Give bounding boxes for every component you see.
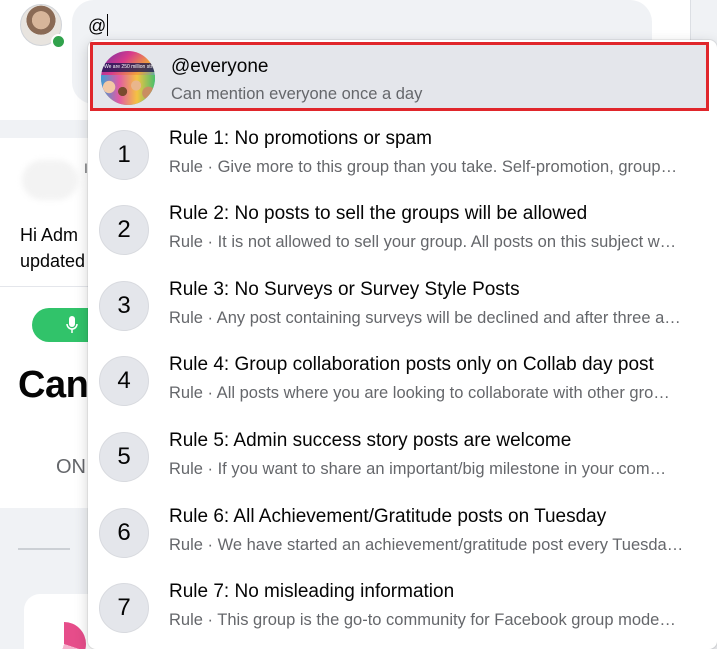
page: @ I Hi Adm updated Can ON We are 250 mil… <box>0 0 717 649</box>
comment-input-value[interactable]: @ <box>88 14 109 37</box>
rule-subtitle: Rule · If you want to share an important… <box>169 460 667 478</box>
rule-subtitle: Rule · Any post containing surveys will … <box>169 309 681 327</box>
mention-item-rule-1[interactable]: 1 Rule 1: No promotions or spam Rule · G… <box>88 118 717 193</box>
post-text-line-2: updated <box>20 251 86 271</box>
page-heading-fragment: Can <box>18 364 89 406</box>
rule-number-icon: 6 <box>99 508 149 558</box>
rule-subtitle: Rule · This group is the go-to community… <box>169 611 676 629</box>
mention-title: @everyone <box>171 56 269 77</box>
mention-dropdown: We are 250 million strong @everyone Can … <box>88 40 717 649</box>
mention-item-rule-5[interactable]: 5 Rule 5: Admin success story posts are … <box>88 420 717 495</box>
blurred-avatar <box>22 160 78 200</box>
rule-subtitle: Rule · It is not allowed to sell your gr… <box>169 233 677 251</box>
mention-item-rule-2[interactable]: 2 Rule 2: No posts to sell the groups wi… <box>88 193 717 268</box>
section-divider <box>18 548 70 550</box>
rule-title: Rule 1: No promotions or spam <box>169 128 432 149</box>
rule-title: Rule 4: Group collaboration posts only o… <box>169 354 654 375</box>
rule-title: Rule 5: Admin success story posts are we… <box>169 430 572 451</box>
rule-number-icon: 2 <box>99 205 149 255</box>
rule-title: Rule 6: All Achievement/Gratitude posts … <box>169 506 607 527</box>
post-text: Hi Adm updated <box>20 222 85 274</box>
online-status-dot <box>51 34 66 49</box>
text-caret <box>107 14 109 36</box>
rule-subtitle: Rule · All posts where you are looking t… <box>169 384 670 402</box>
mention-item-rule-3[interactable]: 3 Rule 3: No Surveys or Survey Style Pos… <box>88 269 717 344</box>
rule-number-icon: 1 <box>99 130 149 180</box>
rule-title: Rule 3: No Surveys or Survey Style Posts <box>169 279 520 300</box>
thumb-faces <box>101 75 155 105</box>
rule-subtitle: Rule · We have started an achievement/gr… <box>169 536 684 554</box>
mention-subtitle: Can mention everyone once a day <box>171 85 423 103</box>
rule-subtitle: Rule · Give more to this group than you … <box>169 158 678 176</box>
mention-item-rule-7[interactable]: 7 Rule 7: No misleading information Rule… <box>88 571 717 646</box>
tab-label-fragment[interactable]: ON <box>56 456 86 479</box>
post-text-line-1: Hi Adm <box>20 225 79 245</box>
rule-number-icon: 7 <box>99 583 149 633</box>
group-photo-icon: We are 250 million strong <box>101 51 155 105</box>
mention-item-everyone[interactable]: We are 250 million strong @everyone Can … <box>90 42 709 111</box>
thumb-banner-text: We are 250 million strong <box>104 64 155 70</box>
mention-item-rule-6[interactable]: 6 Rule 6: All Achievement/Gratitude post… <box>88 496 717 571</box>
rule-number-icon: 3 <box>99 281 149 331</box>
rule-number-icon: 5 <box>99 432 149 482</box>
rule-number-icon: 4 <box>99 356 149 406</box>
rule-title: Rule 7: No misleading information <box>169 581 455 602</box>
rule-title: Rule 2: No posts to sell the groups will… <box>169 203 588 224</box>
microphone-icon <box>66 316 78 333</box>
mention-item-rule-4[interactable]: 4 Rule 4: Group collaboration posts only… <box>88 344 717 419</box>
